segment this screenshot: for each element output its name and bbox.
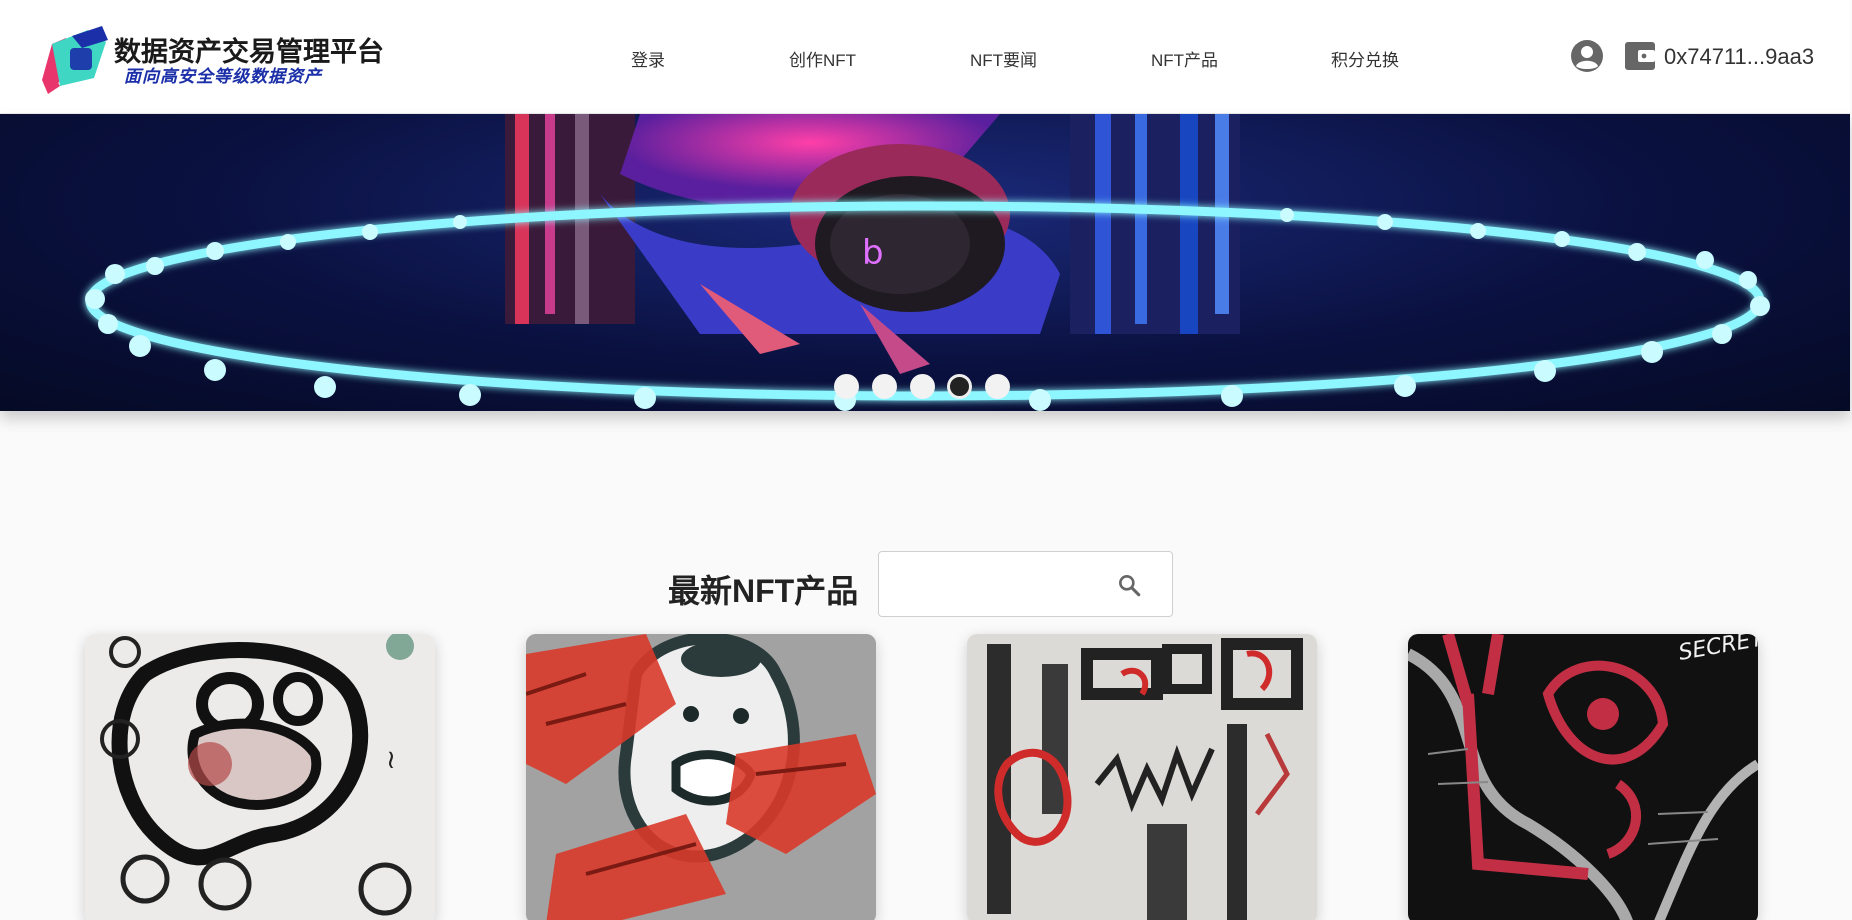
black-red-eye-artwork: SECRET! — [1408, 634, 1758, 920]
banner-image: b — [85, 114, 1770, 411]
nav-nft-products[interactable]: NFT产品 — [1151, 46, 1218, 71]
gray-red-sketch-artwork — [967, 634, 1317, 920]
nft-card[interactable]: SECRET! — [1408, 634, 1758, 920]
banner-carousel[interactable]: b — [0, 114, 1850, 411]
nft-card[interactable] — [967, 634, 1317, 920]
nft-card[interactable]: ~ — [85, 634, 435, 920]
nav-nft-news[interactable]: NFT要闻 — [970, 46, 1037, 71]
nav-login[interactable]: 登录 — [631, 46, 665, 71]
nav-create-nft[interactable]: 创作NFT — [789, 46, 856, 71]
product-search-box — [878, 551, 1173, 617]
nav-points-exchange[interactable]: 积分兑换 — [1331, 46, 1399, 71]
carousel-dot-3[interactable] — [910, 374, 935, 399]
svg-text:~: ~ — [376, 749, 406, 771]
carousel-dot-4[interactable] — [947, 374, 972, 399]
white-doodle-face-artwork: ~ — [85, 634, 435, 920]
search-icon[interactable] — [1116, 572, 1142, 598]
latest-nft-title: 最新NFT产品 — [668, 573, 859, 609]
logo-subtitle: 面向高安全等级数据资产 — [124, 67, 322, 86]
logo-icon — [42, 26, 108, 94]
red-gray-doodle-artwork — [526, 634, 876, 920]
top-header: 数据资产交易管理平台 面向高安全等级数据资产 登录 创作NFT NFT要闻 NF… — [0, 0, 1850, 114]
account-circle-icon[interactable] — [1570, 39, 1604, 73]
carousel-dot-2[interactable] — [872, 374, 897, 399]
carousel-dot-1[interactable] — [834, 374, 859, 399]
svg-text:b: b — [862, 233, 884, 273]
carousel-dot-5[interactable] — [985, 374, 1010, 399]
product-search-input[interactable] — [891, 564, 1111, 604]
wallet-icon[interactable] — [1624, 41, 1656, 71]
nft-card[interactable] — [526, 634, 876, 920]
site-logo[interactable]: 数据资产交易管理平台 面向高安全等级数据资产 — [36, 22, 384, 98]
wallet-address[interactable]: 0x74711...9aa3 — [1664, 44, 1814, 70]
